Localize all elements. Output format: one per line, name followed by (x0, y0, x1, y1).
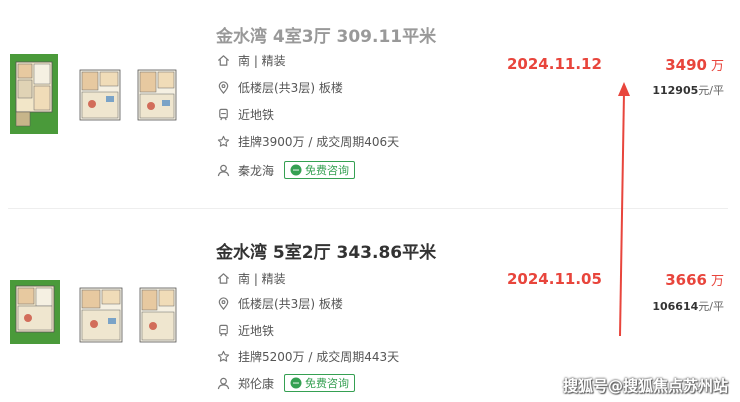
location-pin-icon (216, 296, 230, 310)
unit-price-suffix: 元/平 (698, 84, 724, 97)
free-consult-label: 免费咨询 (305, 377, 350, 390)
listing-info-text: 挂牌3900万 / 成交周期406天 (238, 134, 400, 149)
subway-row: 近地铁 (216, 322, 274, 338)
agent-row: 秦龙海 免费咨询 (216, 160, 356, 180)
subway-icon (216, 323, 230, 337)
free-consult-button[interactable]: 免费咨询 (284, 374, 356, 392)
agent-row: 郑伦康 免费咨询 (216, 373, 356, 393)
agent-name[interactable]: 秦龙海 (238, 162, 274, 179)
home-icon (216, 53, 230, 67)
red-arrow-annotation (618, 82, 630, 337)
subway-text: 近地铁 (238, 323, 275, 338)
floorplan-thumbnail[interactable] (6, 272, 206, 357)
home-icon (216, 271, 230, 285)
orientation-row: 南 | 精装 (216, 270, 286, 286)
total-price-unit: 万 (710, 274, 724, 289)
unit-price-suffix: 元/平 (698, 300, 724, 313)
total-price: 3666 万 (665, 270, 724, 289)
listing-title[interactable]: 金水湾 4室3厅 309.11平米 (216, 22, 436, 47)
free-consult-label: 免费咨询 (305, 164, 350, 177)
unit-price: 106614元/平 (652, 298, 724, 314)
agent-name[interactable]: 郑伦康 (238, 375, 274, 392)
floor-text: 低楼层(共3层) 板楼 (238, 296, 343, 311)
watermark: 搜狐号@搜狐焦点苏州站 (562, 377, 728, 395)
subway-icon (216, 107, 230, 121)
floor-text: 低楼层(共3层) 板楼 (238, 80, 343, 95)
total-price-value: 3666 (665, 271, 707, 289)
person-icon (216, 376, 230, 390)
floorplan-thumbnail[interactable] (6, 48, 206, 140)
unit-price-value: 106614 (652, 300, 699, 313)
floor-row: 低楼层(共3层) 板楼 (216, 79, 343, 95)
orientation-text: 南 | 精装 (238, 271, 286, 286)
subway-text: 近地铁 (238, 107, 275, 122)
star-icon (216, 134, 230, 148)
deal-date: 2024.11.05 (507, 270, 602, 288)
total-price-value: 3490 (665, 56, 707, 74)
listing-info-row: 挂牌3900万 / 成交周期406天 (216, 133, 399, 149)
floor-row: 低楼层(共3层) 板楼 (216, 295, 343, 311)
total-price: 3490 万 (665, 55, 724, 74)
listing-info-text: 挂牌5200万 / 成交周期443天 (238, 349, 400, 364)
location-pin-icon (216, 80, 230, 94)
person-icon (216, 163, 230, 177)
orientation-row: 南 | 精装 (216, 52, 286, 68)
unit-price-value: 112905 (652, 84, 699, 97)
listing-title[interactable]: 金水湾 5室2厅 343.86平米 (216, 238, 436, 263)
free-consult-button[interactable]: 免费咨询 (284, 161, 356, 179)
total-price-unit: 万 (710, 59, 724, 74)
star-icon (216, 349, 230, 363)
chat-icon (290, 164, 302, 176)
listing-info-row: 挂牌5200万 / 成交周期443天 (216, 348, 399, 364)
chat-icon (290, 377, 302, 389)
deal-date: 2024.11.12 (507, 55, 602, 73)
subway-row: 近地铁 (216, 106, 274, 122)
unit-price: 112905元/平 (652, 82, 724, 98)
orientation-text: 南 | 精装 (238, 53, 286, 68)
